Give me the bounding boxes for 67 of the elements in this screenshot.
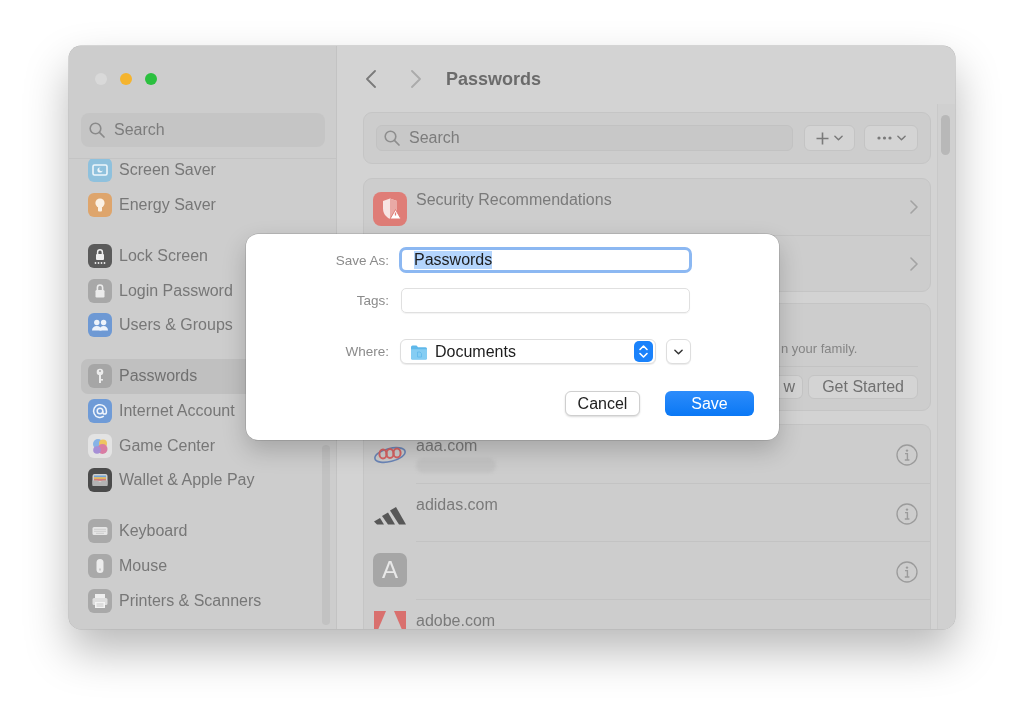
key-icon: [88, 364, 112, 389]
more-menu-button[interactable]: [864, 125, 918, 151]
letter-tile: A: [373, 553, 407, 587]
get-started-button[interactable]: Get Started: [808, 375, 918, 399]
at-sign-icon: [88, 398, 112, 423]
sidebar-item[interactable]: Energy Saver: [81, 187, 318, 223]
chevron-right-icon: [910, 256, 918, 271]
search-field[interactable]: Search: [81, 113, 325, 147]
printer-icon: [88, 588, 112, 613]
row-title: Security Recommendations: [416, 191, 612, 208]
logo-icon: [373, 611, 407, 629]
field-label: Tags:: [356, 293, 389, 308]
info-icon[interactable]: [896, 503, 918, 525]
chevron-down-icon: [896, 135, 906, 141]
sidebar-item[interactable]: Wallet & Apple Pay: [81, 463, 318, 498]
scrollbar-thumb[interactable]: [941, 115, 950, 155]
search-icon: [89, 122, 105, 138]
search-field[interactable]: Search: [376, 125, 793, 151]
bubbles-icon: [88, 433, 112, 458]
site-name: aaa.com: [416, 437, 478, 454]
site-name: adidas.com: [416, 496, 498, 513]
zoom-button[interactable]: [145, 73, 157, 85]
sidebar-item[interactable]: Internet Account: [81, 393, 318, 429]
sidebar-item[interactable]: Mouse: [81, 548, 318, 584]
cancel-button[interactable]: Cancel: [565, 391, 640, 416]
plus-icon: [816, 131, 829, 145]
chevron-down-icon: [834, 135, 843, 141]
location-popup[interactable]: Documents: [400, 339, 656, 364]
keyboard-icon: [88, 519, 112, 544]
info-icon[interactable]: [896, 561, 918, 583]
save-button[interactable]: Save: [665, 391, 754, 416]
shield-warning-icon: [373, 192, 407, 226]
field-label: Where:: [345, 344, 389, 359]
search-icon: [384, 130, 400, 146]
monitor-moon-icon: [88, 159, 112, 183]
mouse-icon: [88, 553, 112, 578]
card-description: n your family.: [781, 341, 858, 356]
chevron-right-icon: [411, 70, 421, 88]
sidebar-item[interactable]: Game Center: [81, 428, 318, 463]
sidebar-item[interactable]: Users & Groups: [81, 308, 318, 343]
three-stripes-icon: [374, 506, 406, 525]
tags-field[interactable]: [401, 288, 690, 313]
sidebar-item[interactable]: Login Password: [81, 273, 318, 308]
sidebar-item[interactable]: Keyboard: [81, 513, 318, 549]
chevron-right-icon: [910, 200, 918, 214]
filename-field[interactable]: Passwords: [399, 247, 692, 273]
site-name: adobe.com: [416, 612, 496, 629]
minimize-button[interactable]: [120, 73, 132, 85]
sidebar-item[interactable]: Lock Screen: [81, 238, 318, 274]
page-title: Passwords: [446, 68, 542, 90]
wallet-icon: [88, 468, 112, 493]
scrollbar-thumb[interactable]: [322, 445, 330, 625]
stepper-icon: [634, 341, 653, 362]
expand-button[interactable]: [666, 339, 691, 364]
folder-icon: [410, 343, 428, 360]
sidebar-item[interactable]: Printers & Scanners: [81, 583, 318, 618]
info-icon[interactable]: [896, 444, 918, 466]
padlock-icon: [88, 243, 112, 268]
sidebar-item[interactable]: Screen Saver: [81, 159, 318, 188]
padlock-icon: [88, 278, 112, 303]
people-icon: [88, 313, 112, 338]
add-menu-button[interactable]: [804, 125, 855, 151]
chevron-left-icon: [366, 70, 376, 88]
field-label: Save As:: [335, 252, 389, 268]
lightbulb-icon: [88, 193, 112, 218]
ellipsis-icon: [876, 136, 892, 140]
chevron-down-icon: [674, 348, 683, 355]
